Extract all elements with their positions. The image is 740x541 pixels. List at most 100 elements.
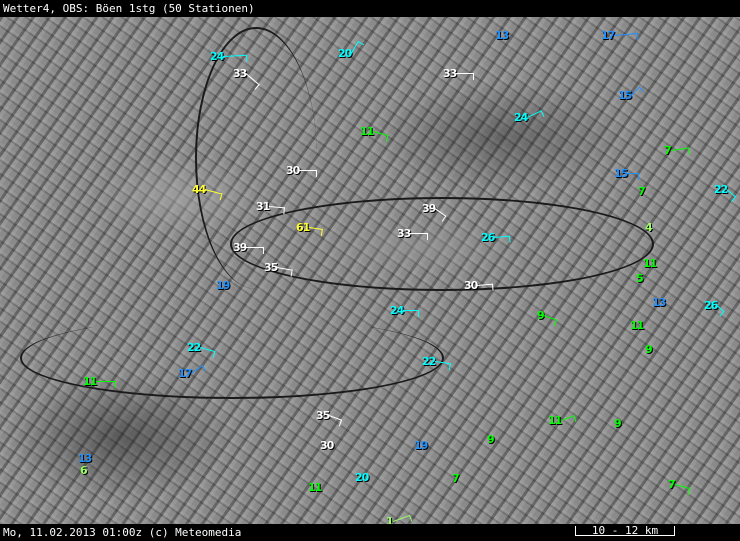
wind-barb — [96, 381, 117, 388]
station-value: 11 — [630, 319, 644, 332]
terrain-map[interactable]: 24 20 13 17 33 33 15 24 11 7 30 15 7 22 … — [0, 17, 740, 524]
station-marker[interactable]: 31 — [256, 200, 286, 213]
station-marker[interactable]: 9 — [645, 343, 653, 356]
station-marker[interactable]: 33 — [233, 67, 261, 86]
station-value: 39 — [233, 241, 247, 254]
station-marker[interactable]: 39 — [422, 202, 447, 217]
wind-barb — [614, 32, 639, 36]
station-value: 30 — [286, 164, 300, 177]
station-marker[interactable]: 33 — [443, 67, 475, 80]
station-value: 35 — [316, 409, 330, 422]
station-marker[interactable]: 26 — [704, 299, 725, 313]
station-value: 31 — [256, 200, 270, 213]
wind-barb — [561, 415, 575, 421]
station-value: 7 — [638, 185, 646, 198]
station-value: 9 — [487, 433, 495, 446]
station-value: 6 — [80, 464, 88, 477]
station-marker[interactable]: 9 — [487, 433, 495, 446]
station-marker[interactable]: 33 — [397, 227, 429, 240]
station-marker[interactable]: 26 — [481, 231, 511, 244]
station-value: 35 — [264, 261, 278, 274]
station-marker[interactable]: 17 — [178, 364, 204, 380]
wind-barb — [716, 305, 725, 313]
station-marker[interactable]: 39 — [233, 241, 265, 254]
wind-barb — [351, 40, 360, 54]
station-value: 20 — [338, 47, 352, 60]
station-value: 9 — [614, 417, 622, 430]
station-value: 15 — [614, 167, 628, 180]
station-marker[interactable]: 1 — [386, 514, 410, 524]
station-value: 30 — [464, 279, 478, 292]
station-marker[interactable]: 22 — [187, 341, 216, 354]
station-marker[interactable]: 7 — [664, 144, 689, 157]
station-value: 13 — [652, 296, 666, 309]
wind-barb — [631, 86, 641, 96]
station-marker[interactable]: 15 — [618, 86, 641, 102]
scale-label: 10 - 12 km — [591, 524, 659, 537]
station-marker[interactable]: 19 — [216, 279, 230, 292]
station-marker[interactable]: 15 — [614, 167, 640, 180]
station-value: 24 — [390, 304, 404, 317]
station-value: 44 — [192, 183, 206, 196]
station-value: 33 — [443, 67, 457, 80]
station-marker[interactable]: 17 — [601, 29, 639, 42]
station-value: 24 — [210, 50, 224, 63]
station-value: 11 — [360, 125, 374, 138]
station-marker[interactable]: 11 — [548, 414, 575, 427]
station-marker[interactable]: 30 — [286, 164, 318, 177]
wind-barb — [299, 170, 318, 177]
station-marker[interactable]: 20 — [355, 471, 369, 484]
station-marker[interactable]: 5 — [636, 272, 644, 285]
station-value: 22 — [422, 355, 436, 368]
station-value: 15 — [618, 89, 632, 102]
station-marker[interactable]: 20 — [338, 40, 360, 60]
station-value: 1 — [386, 515, 394, 524]
wind-barb — [410, 233, 429, 240]
wind-barb — [328, 415, 343, 421]
station-marker[interactable]: 22 — [422, 355, 452, 368]
station-marker[interactable]: 7 — [668, 478, 691, 491]
station-marker[interactable]: 19 — [414, 439, 428, 452]
station-marker[interactable]: 24 — [514, 110, 543, 124]
wind-barb — [670, 147, 689, 151]
station-value: 33 — [397, 227, 411, 240]
wind-barb — [627, 173, 640, 180]
station-value: 19 — [414, 439, 428, 452]
map-title: Wetter4, OBS: Böen 1stg (50 Stationen) — [0, 0, 740, 17]
station-marker[interactable]: 11 — [83, 375, 117, 388]
wind-barb — [456, 73, 475, 80]
station-value: 26 — [481, 231, 495, 244]
station-value: 20 — [355, 471, 369, 484]
station-value: 17 — [601, 29, 615, 42]
scale-bar: 10 - 12 km — [575, 524, 675, 537]
station-marker[interactable]: 9 — [614, 417, 622, 430]
lake-border — [230, 197, 654, 291]
station-marker[interactable]: 44 — [192, 183, 223, 196]
station-marker[interactable]: 7 — [452, 472, 460, 485]
station-marker[interactable]: 7 — [638, 185, 646, 198]
station-value: 11 — [83, 375, 97, 388]
station-marker[interactable]: 6 — [80, 464, 88, 477]
wind-barb — [726, 189, 737, 198]
station-marker[interactable]: 11 — [643, 257, 657, 270]
station-marker[interactable]: 61 — [296, 221, 324, 234]
station-marker[interactable]: 11 — [630, 319, 644, 332]
station-marker[interactable]: 4 — [645, 221, 653, 234]
station-marker[interactable]: 24 — [390, 304, 420, 317]
station-marker[interactable]: 13 — [652, 296, 666, 309]
wind-barb — [373, 131, 389, 137]
wind-barb — [543, 315, 557, 321]
station-marker[interactable]: 35 — [264, 261, 294, 274]
station-marker[interactable]: 11 — [308, 481, 322, 494]
station-value: 61 — [296, 221, 310, 234]
timestamp: Mo, 11.02.2013 01:00z (c) Meteomedia — [3, 526, 242, 539]
station-marker[interactable]: 13 — [495, 29, 509, 42]
station-marker[interactable]: 22 — [714, 183, 737, 198]
station-marker[interactable]: 35 — [316, 409, 343, 422]
station-marker[interactable]: 30 — [464, 279, 494, 292]
station-value: 7 — [452, 472, 460, 485]
station-marker[interactable]: 30 — [320, 439, 334, 452]
station-marker[interactable]: 24 — [210, 50, 248, 63]
station-marker[interactable]: 11 — [360, 125, 389, 138]
station-marker[interactable]: 9 — [537, 309, 557, 322]
